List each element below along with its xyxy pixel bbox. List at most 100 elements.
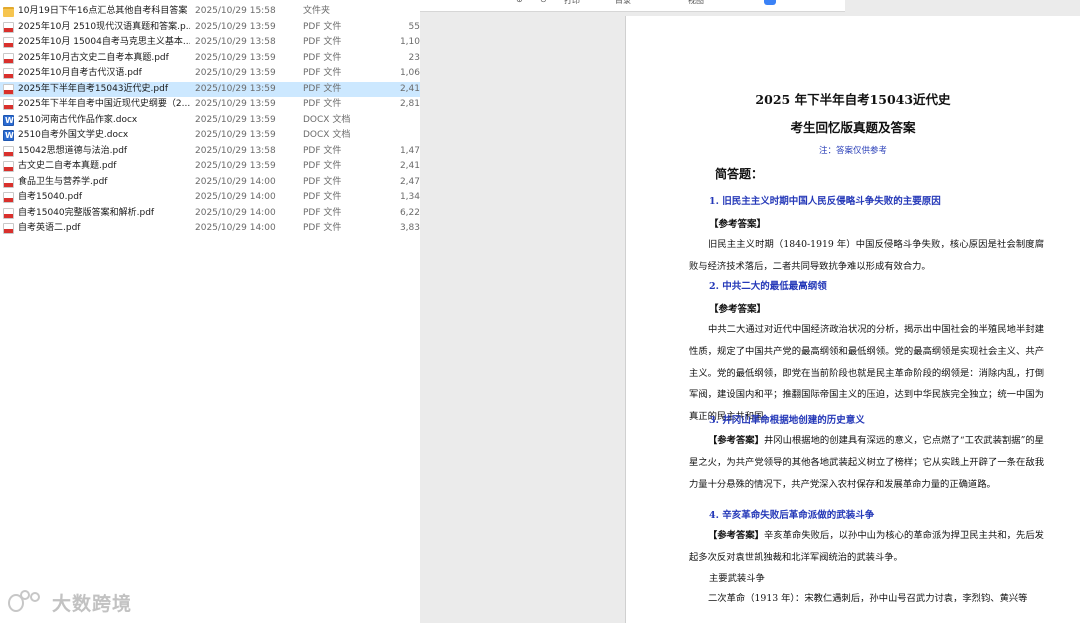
answer-1: 旧民主主义时期（1840-1919 年）中国反侵略斗争失败，核心原因是社会制度腐…	[689, 239, 1044, 272]
file-name: 自考英语二.pdf	[18, 223, 81, 233]
file-name: 2025年10月 2510现代汉语真题和答案.p...	[18, 21, 190, 32]
file-date: 2025/10/29 13:59	[195, 83, 276, 94]
folder-icon	[3, 7, 14, 17]
pdf-icon	[3, 223, 14, 234]
file-row[interactable]: 2025年10月 2510现代汉语真题和答案.p... 2025/10/29 13…	[0, 20, 420, 36]
file-date: 2025/10/29 13:59	[195, 52, 276, 63]
pdf-icon	[3, 68, 14, 79]
file-name: 古文史二自考本真题.pdf	[18, 161, 117, 171]
file-row[interactable]: 2510自考外国文学史.docx 2025/10/29 13:59 DOCX 文档	[0, 128, 420, 144]
file-type: PDF 文件	[303, 37, 342, 47]
answer-4-block: 【参考答案】辛亥革命失败后，以孙中山为核心的革命派为捍卫民主共和，先后发起多次反…	[689, 525, 1044, 569]
file-size: 1,47	[399, 145, 420, 156]
file-date: 2025/10/29 13:58	[195, 145, 276, 156]
pdf-icon	[3, 83, 14, 95]
file-type: PDF 文件	[303, 207, 342, 218]
file-name: 2510自考外国文学史.docx	[18, 130, 129, 140]
file-name: 自考15040.pdf	[18, 192, 83, 202]
file-name: 2025年10月自考古代汉语.pdf	[18, 68, 142, 78]
pdf-icon	[3, 192, 14, 203]
file-name: 自考15040完整版答案和解析.pdf	[18, 207, 155, 218]
file-row[interactable]: 15042思想道德与法治.pdf 2025/10/29 13:58 PDF 文件 1,…	[0, 144, 420, 160]
file-row[interactable]: 食品卫生与营养学.pdf 2025/10/29 14:00 PDF 文件 2,47	[0, 175, 420, 191]
file-type: PDF 文件	[303, 83, 342, 94]
section-heading: 简答题：	[715, 167, 764, 181]
file-size: 1,10	[399, 37, 420, 47]
file-date: 2025/10/29 14:00	[195, 223, 276, 233]
watermark-logo-icon	[8, 589, 48, 616]
answer-label-4: 【参考答案】	[708, 530, 765, 541]
file-type: PDF 文件	[303, 21, 342, 32]
pdf-icon	[3, 161, 14, 172]
answer-label-1: 【参考答案】	[709, 219, 767, 230]
file-date: 2025/10/29 13:59	[195, 99, 276, 109]
answer-4-subtext: 二次革命（1913 年）：宋教仁遇刺后，孙中山号召武力讨袁，李烈钧、黄兴等	[708, 593, 1028, 604]
file-type: 文件夹	[303, 6, 331, 16]
file-size: 55	[408, 21, 420, 32]
file-row[interactable]: 2025年下半年自考中国近现代史纲要（2... 2025/10/29 13:59 P…	[0, 97, 420, 113]
file-size: 1,34	[399, 192, 420, 202]
file-type: PDF 文件	[303, 99, 342, 109]
document-viewer: ⌃ ⊕ ⊖ 打印 目录 视图 2025 年下半年自考15043近代史 考生回忆版…	[420, 0, 1080, 623]
file-name: 食品卫生与营养学.pdf	[18, 176, 108, 187]
toolbar-arrow-icon[interactable]: ⌃	[488, 0, 495, 4]
file-row[interactable]: 2025年下半年自考15043近代史.pdf 2025/10/29 13:59 PD…	[0, 81, 420, 97]
file-name: 10月19日下午16点汇总其他自考科目答案	[18, 6, 188, 16]
document-note: 注：答案仅供参考	[818, 146, 887, 156]
file-date: 2025/10/29 14:00	[195, 192, 276, 202]
file-date: 2025/10/29 15:58	[195, 6, 276, 16]
answer-label-2: 【参考答案】	[709, 304, 767, 315]
zoom-in-icon[interactable]: ⊕	[516, 0, 523, 4]
file-type: DOCX 文档	[303, 114, 351, 125]
file-type: PDF 文件	[303, 52, 342, 63]
document-title: 2025 年下半年自考15043近代史	[755, 92, 951, 107]
file-row[interactable]: 2025年10月自考古代汉语.pdf 2025/10/29 13:59 PDF 文件…	[0, 66, 420, 82]
pdf-icon	[3, 207, 14, 219]
file-size: 2,47	[399, 176, 420, 187]
file-row[interactable]: 2025年10月古文史二自考本真题.pdf 2025/10/29 13:59 PDF…	[0, 51, 420, 67]
file-row[interactable]: 2025年10月 15004自考马克思主义基本... 2025/10/29 13:…	[0, 35, 420, 51]
file-type: PDF 文件	[303, 161, 342, 171]
viewer-toolbar: ⌃ ⊕ ⊖ 打印 目录 视图	[420, 0, 845, 12]
question-3: 3. 井冈山革命根据地创建的历史意义	[709, 415, 865, 426]
file-row[interactable]: 自考15040.pdf 2025/10/29 14:00 PDF 文件 1,34	[0, 190, 420, 206]
file-list-pane: 10月19日下午16点汇总其他自考科目答案 2025/10/29 15:58 文件夹…	[0, 0, 420, 623]
file-size: 2,41	[399, 83, 420, 94]
question-4: 4. 辛亥革命失败后革命派做的武装斗争	[709, 510, 875, 521]
watermark-text: 大数跨境	[52, 593, 133, 615]
file-row[interactable]: 古文史二自考本真题.pdf 2025/10/29 13:59 PDF 文件 2,41	[0, 159, 420, 175]
file-row[interactable]: 自考英语二.pdf 2025/10/29 14:00 PDF 文件 3,83	[0, 221, 420, 237]
toolbar-toggle-icon[interactable]	[764, 0, 776, 5]
answer-4-subheading: 主要武装斗争	[709, 573, 765, 584]
file-type: PDF 文件	[303, 68, 342, 78]
file-date: 2025/10/29 13:59	[195, 21, 276, 32]
file-type: PDF 文件	[303, 145, 342, 156]
file-date: 2025/10/29 13:59	[195, 161, 276, 171]
file-type: PDF 文件	[303, 223, 342, 233]
file-date: 2025/10/29 14:00	[195, 207, 276, 218]
pdf-icon	[3, 99, 14, 110]
question-2: 2. 中共二大的最低最高纲领	[709, 281, 827, 292]
file-size: 2,81	[399, 99, 420, 109]
file-name: 2510河南古代作品作家.docx	[18, 114, 138, 125]
document-subtitle: 考生回忆版真题及答案	[790, 120, 916, 135]
answer-3-block: 【参考答案】井冈山根据地的创建具有深远的意义，它点燃了“工农武装割据”的星星之火…	[689, 430, 1044, 495]
file-row[interactable]: 自考15040完整版答案和解析.pdf 2025/10/29 14:00 PDF 文…	[0, 206, 420, 222]
watermark: 大数跨境	[8, 589, 132, 616]
file-name: 15042思想道德与法治.pdf	[18, 145, 128, 156]
zoom-out-icon[interactable]: ⊖	[540, 0, 547, 4]
file-name: 2025年10月古文史二自考本真题.pdf	[18, 52, 169, 63]
docx-icon	[3, 113, 14, 128]
file-size: 1,06	[399, 68, 420, 78]
file-row[interactable]: 2510河南古代作品作家.docx 2025/10/29 13:59 DOCX 文档	[0, 113, 420, 128]
file-date: 2025/10/29 13:58	[195, 37, 276, 47]
toolbar-view[interactable]: 视图	[688, 0, 704, 6]
file-row[interactable]: 10月19日下午16点汇总其他自考科目答案 2025/10/29 15:58 文件夹	[0, 4, 420, 20]
file-type: PDF 文件	[303, 176, 342, 187]
pdf-icon	[3, 176, 14, 188]
toolbar-print[interactable]: 打印	[564, 0, 580, 6]
toolbar-toc[interactable]: 目录	[615, 0, 631, 6]
pdf-icon	[3, 52, 14, 64]
pdf-page: 2025 年下半年自考15043近代史 考生回忆版真题及答案 注：答案仅供参考 …	[625, 16, 1080, 623]
file-name: 2025年下半年自考15043近代史.pdf	[18, 83, 168, 94]
